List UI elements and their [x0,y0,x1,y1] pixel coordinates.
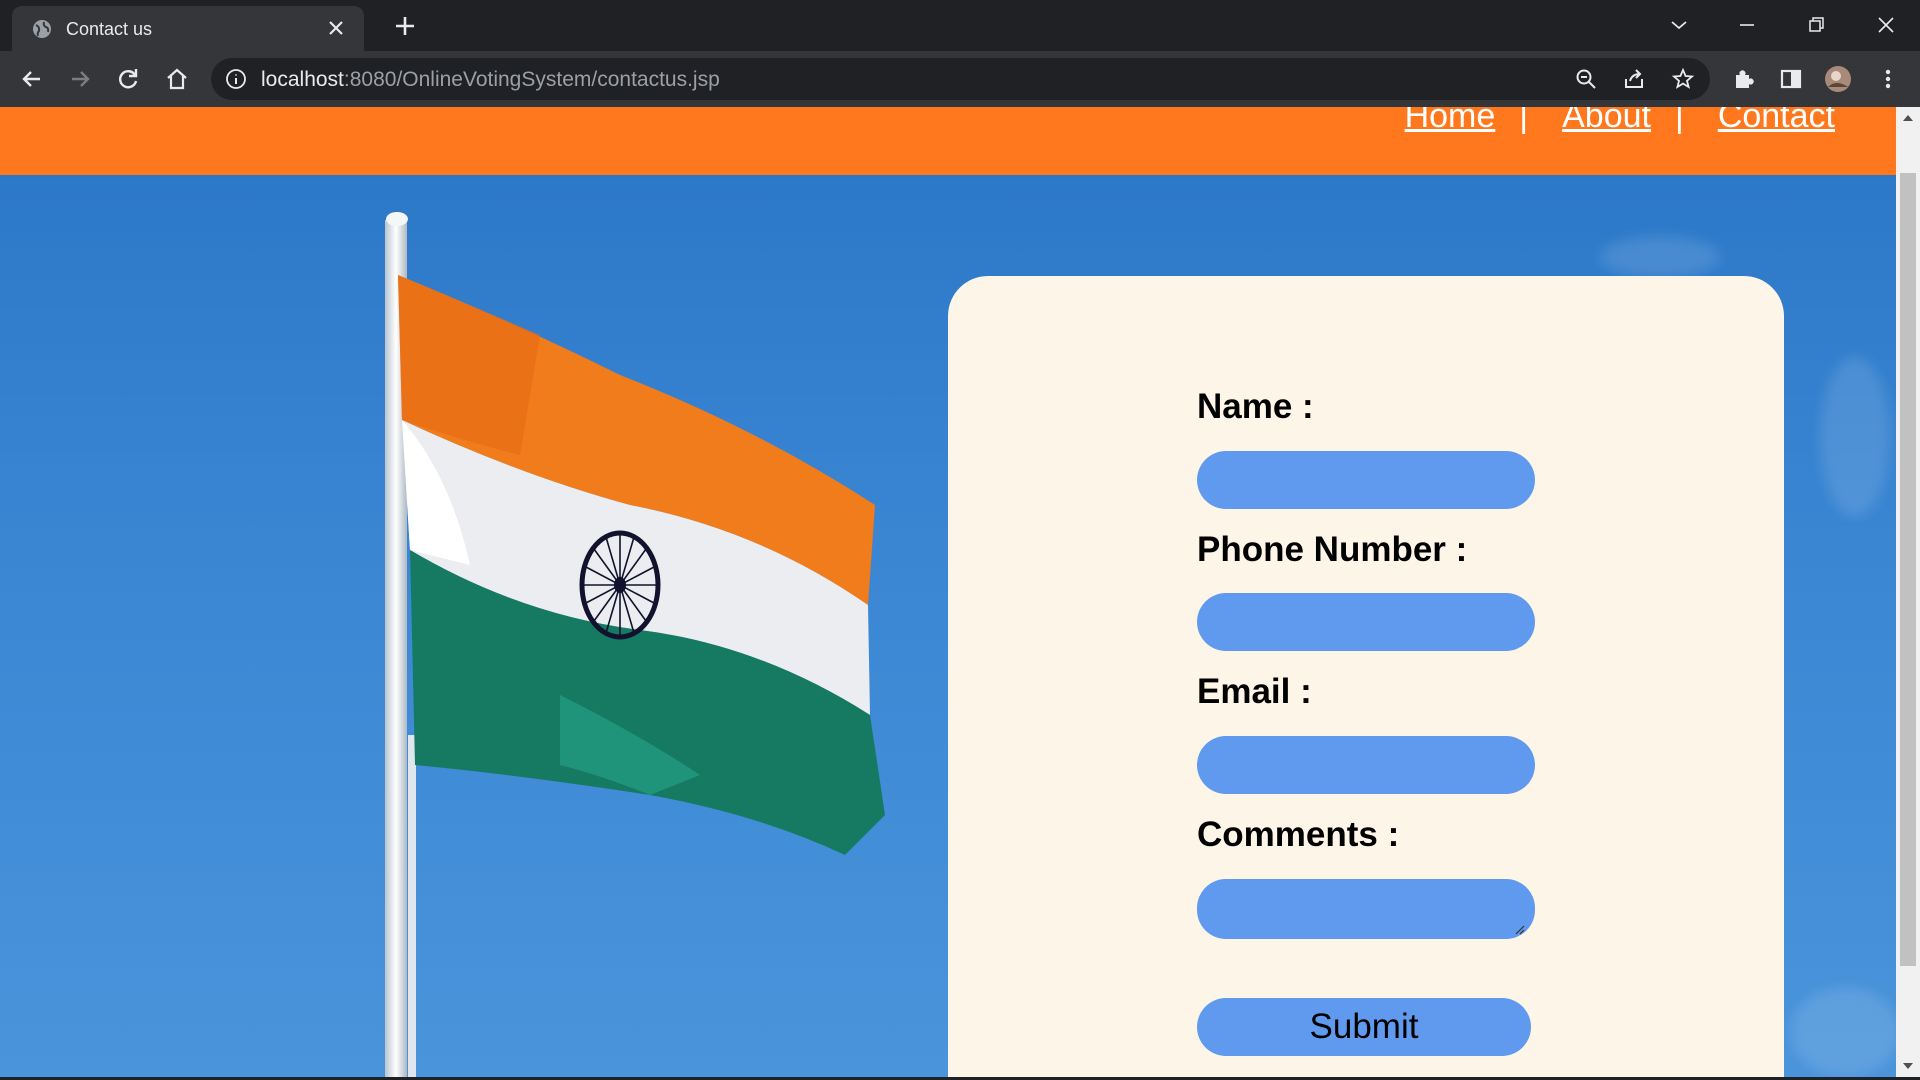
side-panel-icon[interactable] [1777,65,1805,93]
close-tab-icon[interactable] [326,18,346,38]
browser-toolbar: localhost:8080/OnlineVotingSystem/contac… [0,51,1920,107]
url-host: localhost [261,68,344,91]
nav-contact-link[interactable]: Contact [1718,107,1835,136]
submit-button[interactable]: Submit [1197,998,1531,1056]
url-text[interactable]: localhost:8080/OnlineVotingSystem/contac… [261,68,720,92]
back-icon[interactable] [18,65,46,93]
nav-separator: | [1519,107,1529,135]
email-label: Email : [1197,672,1312,711]
scroll-up-arrow-icon[interactable] [1900,111,1916,125]
nav-about-link[interactable]: About [1562,107,1651,136]
browser-tab[interactable]: Contact us [12,6,364,51]
name-input[interactable] [1197,451,1535,509]
scroll-down-arrow-icon[interactable] [1900,1059,1916,1073]
phone-label: Phone Number : [1197,530,1468,569]
nav-home-link[interactable]: Home [1405,107,1496,136]
share-icon[interactable] [1622,67,1646,91]
cloud-decoration [1790,987,1896,1077]
reload-icon[interactable] [114,65,142,93]
forward-icon[interactable] [66,65,94,93]
nav-separator: | [1674,107,1684,135]
page-scrollbar[interactable] [1896,107,1920,1077]
cloud-decoration [1820,357,1890,517]
main-nav: Home | About | Contact [1405,107,1835,136]
ashoka-chakra [579,530,661,640]
contact-form-card: Name : Phone Number : Email : Comments :… [948,276,1784,1077]
resize-grip-icon[interactable] [1513,923,1525,935]
globe-icon [33,20,51,38]
name-label: Name : [1197,387,1314,426]
info-icon[interactable] [225,68,247,90]
minimize-icon[interactable] [1732,10,1762,40]
site-header: Home | About | Contact [0,107,1896,175]
email-input[interactable] [1197,736,1535,794]
restore-icon[interactable] [1801,10,1831,40]
indian-flag-image [385,212,885,1077]
comments-textarea[interactable] [1197,879,1535,939]
home-icon[interactable] [163,65,191,93]
url-path: :8080/OnlineVotingSystem/contactus.jsp [343,68,720,91]
address-bar[interactable]: localhost:8080/OnlineVotingSystem/contac… [211,58,1710,100]
extensions-icon[interactable] [1730,65,1758,93]
scrollbar-thumb[interactable] [1900,173,1916,966]
cloud-decoration [1600,237,1720,277]
phone-input[interactable] [1197,593,1535,651]
new-tab-icon[interactable] [392,13,418,39]
close-window-icon[interactable] [1871,10,1901,40]
menu-kebab-icon[interactable] [1874,65,1902,93]
zoom-icon[interactable] [1574,67,1598,91]
tab-search-icon[interactable] [1664,10,1694,40]
bookmark-star-icon[interactable] [1671,67,1695,91]
tab-title: Contact us [66,19,153,39]
profile-avatar-icon[interactable] [1824,65,1852,93]
comments-label: Comments : [1197,815,1400,854]
browser-tabstrip: Contact us [0,0,1920,51]
page-viewport: Home | About | Contact Name : Phone Numb… [0,107,1896,1077]
